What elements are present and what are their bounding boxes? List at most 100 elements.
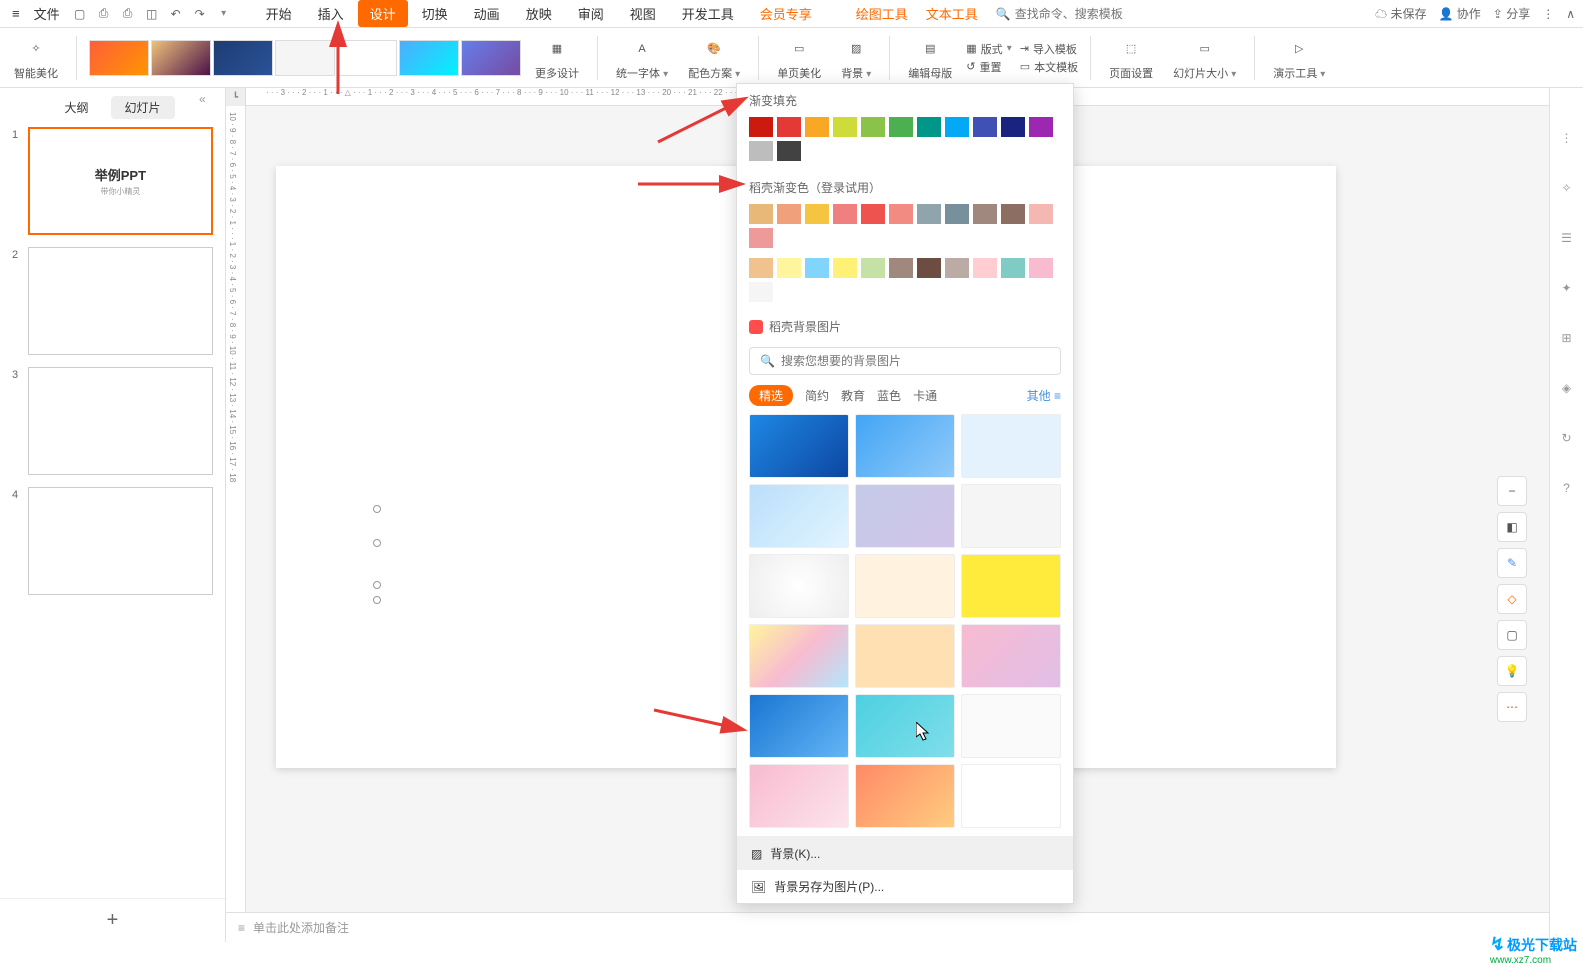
more-design-button[interactable]: ▦ 更多设计 [529, 33, 585, 83]
thesaurus-panel-icon[interactable]: ⊞ [1557, 328, 1577, 348]
slide-thumb-3[interactable]: 3 [12, 367, 213, 475]
animation-panel-icon[interactable]: ✦ [1557, 278, 1577, 298]
bg-thumb[interactable] [749, 484, 849, 548]
help-panel-icon[interactable]: ? [1557, 478, 1577, 498]
color-swatch[interactable] [861, 117, 885, 137]
slide-thumb-1[interactable]: 1 举例PPT 带你小精灵 [12, 127, 213, 235]
hamburger-icon[interactable]: ≡ [8, 4, 24, 23]
tab-animation[interactable]: 动画 [462, 0, 512, 27]
color-swatch[interactable] [945, 117, 969, 137]
preview-icon[interactable]: ◫ [142, 4, 162, 24]
bg-thumb[interactable] [855, 694, 955, 758]
color-swatch[interactable] [833, 117, 857, 137]
menu-save-bg-as-image[interactable]: 🖼 背景另存为图片(P)... [737, 870, 1073, 903]
color-swatch[interactable] [973, 204, 997, 224]
bg-thumb[interactable] [855, 414, 955, 478]
undo-icon[interactable]: ↶ [166, 4, 186, 24]
shape-button[interactable]: ◇ [1497, 584, 1527, 614]
design-panel-icon[interactable]: ✧ [1557, 178, 1577, 198]
bg-thumb[interactable] [961, 624, 1061, 688]
unify-font-button[interactable]: A 统一字体 ▾ [610, 33, 674, 83]
menu-background[interactable]: ▨ 背景(K)... [737, 837, 1073, 870]
color-swatch[interactable] [889, 117, 913, 137]
smart-beautify-button[interactable]: ✧ 智能美化 [8, 33, 64, 83]
tab-review[interactable]: 审阅 [566, 0, 616, 27]
color-swatch[interactable] [805, 204, 829, 224]
theme-thumb-6[interactable] [399, 40, 459, 76]
cat-other[interactable]: 其他 ≡ [1027, 387, 1061, 404]
cat-cartoon[interactable]: 卡通 [913, 387, 937, 404]
print-icon[interactable]: ⎙ [118, 4, 138, 24]
page-setup-button[interactable]: ⬚ 页面设置 [1103, 33, 1159, 83]
color-swatch[interactable] [833, 204, 857, 224]
edit-master-button[interactable]: ▤ 编辑母版 [902, 33, 958, 83]
color-swatch[interactable] [889, 258, 913, 278]
tab-design[interactable]: 设计 [358, 0, 408, 27]
unsaved-indicator[interactable]: ☁ 未保存 [1375, 5, 1426, 22]
bg-thumb[interactable] [749, 554, 849, 618]
bg-thumb[interactable] [961, 694, 1061, 758]
color-swatch[interactable] [917, 258, 941, 278]
bg-thumb[interactable] [961, 764, 1061, 828]
more-icon[interactable]: ⋮ [1542, 7, 1554, 21]
this-template-button[interactable]: ▭ 本文模板 [1020, 59, 1078, 75]
bg-thumb[interactable] [749, 624, 849, 688]
tool-tab-drawing[interactable]: 绘图工具 [856, 4, 908, 23]
color-swatch[interactable] [1029, 204, 1053, 224]
reset-button[interactable]: ↺ 重置 [966, 59, 1011, 75]
theme-thumb-1[interactable] [89, 40, 149, 76]
tab-member[interactable]: 会员专享 [748, 0, 824, 27]
color-swatch[interactable] [917, 204, 941, 224]
qat-more-icon[interactable]: ▾ [214, 4, 234, 24]
tab-start[interactable]: 开始 [254, 0, 304, 27]
pen-button[interactable]: ✎ [1497, 548, 1527, 578]
color-swatch[interactable] [1029, 258, 1053, 278]
color-swatch[interactable] [945, 204, 969, 224]
color-swatch[interactable] [777, 204, 801, 224]
share-button[interactable]: ⇪ 分享 [1493, 5, 1530, 22]
save-icon[interactable]: ⎙ [94, 4, 114, 24]
bg-thumb[interactable] [749, 764, 849, 828]
cat-blue[interactable]: 蓝色 [877, 387, 901, 404]
single-page-beautify-button[interactable]: ▭ 单页美化 [771, 33, 827, 83]
layout-button[interactable]: ▦ 版式 ▾ [966, 41, 1011, 57]
tab-transition[interactable]: 切换 [410, 0, 460, 27]
slide-thumb-4[interactable]: 4 [12, 487, 213, 595]
tab-insert[interactable]: 插入 [306, 0, 356, 27]
color-swatch[interactable] [749, 141, 773, 161]
color-swatch[interactable] [777, 117, 801, 137]
color-swatch[interactable] [1001, 204, 1025, 224]
present-tools-button[interactable]: ▷ 演示工具 ▾ [1267, 33, 1331, 83]
slide-thumb-2[interactable]: 2 [12, 247, 213, 355]
color-swatch[interactable] [973, 117, 997, 137]
bg-thumb[interactable] [961, 484, 1061, 548]
theme-thumb-7[interactable] [461, 40, 521, 76]
slides-tab[interactable]: 幻灯片 [111, 96, 175, 119]
theme-thumb-3[interactable] [213, 40, 273, 76]
color-swatch[interactable] [749, 204, 773, 224]
bg-thumb[interactable] [749, 694, 849, 758]
bg-thumb[interactable] [855, 624, 955, 688]
outline-tab[interactable]: 大纲 [50, 96, 102, 119]
bg-thumb[interactable] [855, 554, 955, 618]
color-swatch[interactable] [973, 258, 997, 278]
bg-thumb[interactable] [855, 764, 955, 828]
tool-tab-text[interactable]: 文本工具 [926, 4, 978, 23]
zoom-out-button[interactable]: − [1497, 476, 1527, 506]
color-swatch[interactable] [805, 117, 829, 137]
redo-icon[interactable]: ↷ [190, 4, 210, 24]
resource-panel-icon[interactable]: ◈ [1557, 378, 1577, 398]
select-panel-icon[interactable]: ☰ [1557, 228, 1577, 248]
bg-thumb[interactable] [749, 414, 849, 478]
bg-thumb[interactable] [855, 484, 955, 548]
panel-collapse-icon[interactable]: « [199, 92, 215, 108]
frame-button[interactable]: ▢ [1497, 620, 1527, 650]
color-swatch[interactable] [861, 204, 885, 224]
import-template-button[interactable]: ⇥ 导入模板 [1020, 41, 1078, 57]
color-swatch[interactable] [1029, 117, 1053, 137]
color-swatch[interactable] [749, 228, 773, 248]
idea-button[interactable]: 💡 [1497, 656, 1527, 686]
background-button[interactable]: ▨ 背景 ▾ [835, 33, 877, 83]
right-panel-toggle-icon[interactable]: ⋮ [1557, 128, 1577, 148]
notes-placeholder[interactable]: 单击此处添加备注 [253, 919, 349, 936]
